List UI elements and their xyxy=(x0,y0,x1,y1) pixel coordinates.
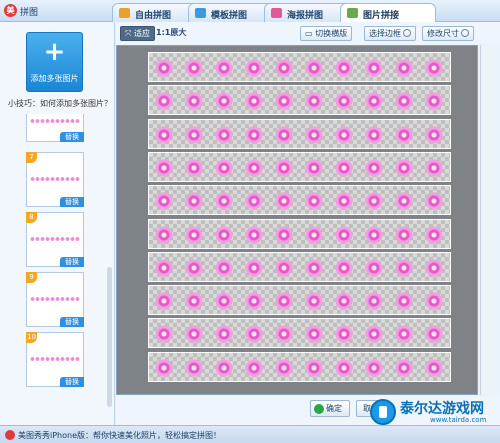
switch-orientation-button[interactable]: ▭ 切换横版 xyxy=(300,26,353,41)
thumbnail-item[interactable]: 10 替换 xyxy=(26,332,84,387)
image-strip[interactable] xyxy=(148,251,451,282)
watermark-logo-icon xyxy=(370,399,396,425)
switch-orientation-label: 切换横版 xyxy=(315,29,348,38)
tip-link[interactable]: 小技巧：如何添加多张图片？ xyxy=(8,98,112,109)
resize-dropdown[interactable]: 修改尺寸 xyxy=(422,26,474,41)
thumbnail-preview xyxy=(30,176,80,182)
image-strip[interactable] xyxy=(148,85,451,116)
tab-label: 图片拼接 xyxy=(363,11,400,21)
plus-icon: + xyxy=(43,37,66,67)
template-puzzle-icon xyxy=(195,8,206,18)
add-button-label: 添加多张图片 xyxy=(30,74,79,83)
tab-label: 海报拼图 xyxy=(287,11,324,21)
tab-label: 自由拼图 xyxy=(135,11,172,21)
thumbnail-preview xyxy=(30,236,80,242)
tab-image-stitch[interactable]: 图片拼接 xyxy=(340,3,436,23)
replace-button[interactable]: 替换 xyxy=(60,197,84,207)
resize-label: 修改尺寸 xyxy=(427,29,459,38)
image-strip[interactable] xyxy=(148,318,451,349)
chevron-down-icon xyxy=(403,29,411,37)
original-size-button[interactable]: 1:1原大 xyxy=(152,26,190,41)
replace-button[interactable]: 替换 xyxy=(60,377,84,387)
add-multiple-images-button[interactable]: + 添加多张图片 xyxy=(26,32,83,92)
image-strip[interactable] xyxy=(148,118,451,149)
status-text[interactable]: 美图秀秀iPhone版：帮你快速美化照片，轻松搞定拼图！ xyxy=(18,430,221,441)
watermark-title: 泰尔达游戏网 xyxy=(400,401,484,417)
replace-button[interactable]: 替换 xyxy=(60,317,84,327)
fit-label: 适应 xyxy=(133,29,150,38)
confirm-button[interactable]: 确定 xyxy=(310,400,350,417)
free-puzzle-icon xyxy=(119,8,130,18)
thumbnail-item[interactable]: 9 替换 xyxy=(26,272,84,327)
replace-button[interactable]: 替换 xyxy=(60,132,84,142)
image-list-panel: + 添加多张图片 小技巧：如何添加多张图片？ 替换 7 替换 8 替换 9 替换… xyxy=(0,22,115,425)
confirm-label: 确定 xyxy=(326,404,342,413)
thumbnail-number: 8 xyxy=(26,212,37,223)
image-strip[interactable] xyxy=(148,218,451,249)
replace-button[interactable]: 替换 xyxy=(60,257,84,267)
tab-label: 模板拼图 xyxy=(211,11,248,21)
thumbnail-item[interactable]: 7 替换 xyxy=(26,152,84,207)
check-icon xyxy=(314,404,324,414)
site-watermark: 泰尔达游戏网 www.tairda.com xyxy=(370,395,498,429)
thumbnail-preview xyxy=(30,118,80,124)
thumbnail-preview xyxy=(30,296,80,302)
canvas-toolbar: ⤧ 适应 1:1原大 ▭ 切换横版 选择边框 修改尺寸 xyxy=(116,22,500,44)
app-logo-icon: 美 xyxy=(4,4,17,17)
chevron-down-icon xyxy=(461,29,469,37)
image-stitch-icon xyxy=(347,8,358,18)
image-strip[interactable] xyxy=(148,285,451,316)
orientation-icon: ▭ xyxy=(305,29,313,38)
thumbnail-preview xyxy=(30,356,80,362)
thumbnail-number: 7 xyxy=(26,152,37,163)
thumbnail-item[interactable]: 替换 xyxy=(26,114,84,142)
watermark-url: www.tairda.com xyxy=(430,416,487,424)
title-bar: 美 拼图 自由拼图 模板拼图 海报拼图 图片拼接 xyxy=(0,0,500,23)
image-strip[interactable] xyxy=(148,185,451,216)
window-title: 拼图 xyxy=(20,8,39,18)
meitu-icon xyxy=(5,430,15,440)
choose-border-dropdown[interactable]: 选择边框 xyxy=(364,26,416,41)
thumbnail-item[interactable]: 8 替换 xyxy=(26,212,84,267)
thumbnail-scrollbar[interactable] xyxy=(107,267,112,407)
fit-icon: ⤧ xyxy=(125,29,132,38)
poster-puzzle-icon xyxy=(271,8,282,18)
fit-button[interactable]: ⤧ 适应 xyxy=(120,26,155,41)
image-strip[interactable] xyxy=(148,52,451,82)
image-strip[interactable] xyxy=(148,151,451,182)
canvas-scrollbar[interactable] xyxy=(480,45,495,395)
thumbnail-number: 9 xyxy=(26,272,37,283)
thumbnail-number: 10 xyxy=(26,332,37,343)
image-strip[interactable] xyxy=(148,351,451,382)
choose-border-label: 选择边框 xyxy=(369,29,401,38)
